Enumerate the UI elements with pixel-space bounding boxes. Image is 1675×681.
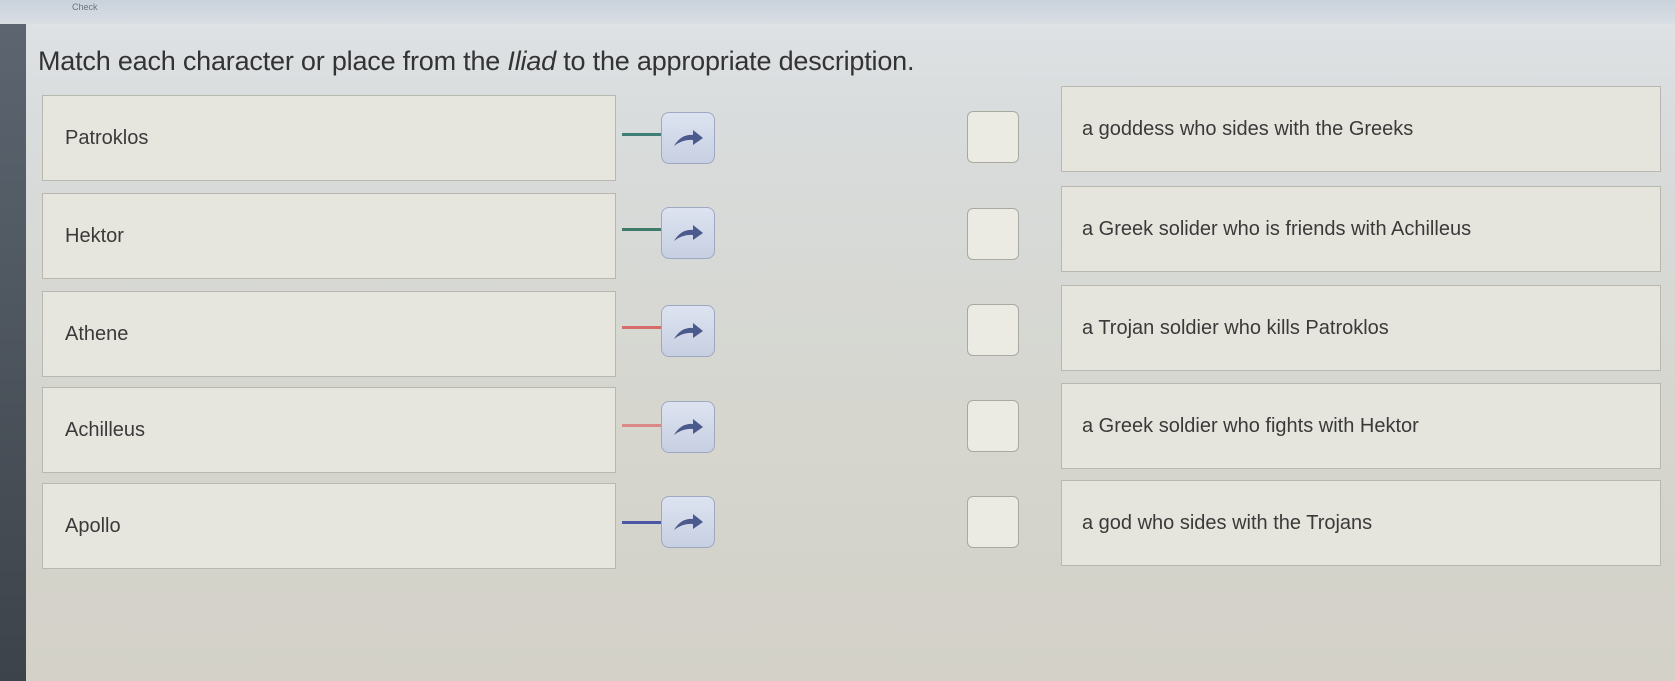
term-label: Athene <box>65 322 129 345</box>
prompt-after: to the appropriate description. <box>555 46 915 76</box>
term-box[interactable]: Hektor <box>42 193 616 279</box>
term-label: Hektor <box>65 224 124 247</box>
description-label: a goddess who sides with the Greeks <box>1082 117 1414 140</box>
description-label: a god who sides with the Trojans <box>1082 511 1373 534</box>
description-box: a goddess who sides with the Greeks <box>1061 86 1661 172</box>
connector-line <box>622 326 664 329</box>
description-label: a Trojan soldier who kills Patroklos <box>1082 316 1389 339</box>
question-prompt: Match each character or place from the I… <box>38 46 914 77</box>
left-sidebar <box>0 24 26 681</box>
curved-arrow-right-icon <box>674 130 703 146</box>
description-box: a god who sides with the Trojans <box>1061 480 1661 566</box>
answer-drop-box[interactable] <box>967 304 1019 356</box>
description-label: a Greek soldier who fights with Hektor <box>1082 414 1419 437</box>
move-arrow-button[interactable] <box>661 112 715 164</box>
term-label: Apollo <box>65 514 121 537</box>
curved-arrow-right-icon <box>674 323 703 339</box>
description-box: a Trojan soldier who kills Patroklos <box>1061 285 1661 371</box>
answer-drop-box[interactable] <box>967 111 1019 163</box>
description-box: a Greek solider who is friends with Achi… <box>1061 186 1661 272</box>
term-box[interactable]: Achilleus <box>42 387 616 473</box>
move-arrow-button[interactable] <box>661 496 715 548</box>
term-box[interactable]: Athene <box>42 291 616 377</box>
move-arrow-button[interactable] <box>661 207 715 259</box>
curved-arrow-right-icon <box>674 225 703 241</box>
connector-line <box>622 424 664 427</box>
curved-arrow-right-icon <box>674 514 703 530</box>
move-arrow-button[interactable] <box>661 305 715 357</box>
answer-drop-box[interactable] <box>967 496 1019 548</box>
connector-line <box>622 228 664 231</box>
prompt-title: Iliad <box>507 46 556 76</box>
top-bar: Check <box>0 0 1675 24</box>
term-box[interactable]: Patroklos <box>42 95 616 181</box>
connector-line <box>622 521 664 524</box>
answer-drop-box[interactable] <box>967 208 1019 260</box>
description-box: a Greek soldier who fights with Hektor <box>1061 383 1661 469</box>
connector-line <box>622 133 664 136</box>
move-arrow-button[interactable] <box>661 401 715 453</box>
description-label: a Greek solider who is friends with Achi… <box>1082 217 1472 240</box>
check-label: Check <box>72 2 98 12</box>
curved-arrow-right-icon <box>674 419 703 435</box>
term-label: Achilleus <box>65 418 146 441</box>
prompt-before: Match each character or place from the <box>38 46 508 76</box>
term-label: Patroklos <box>65 126 149 149</box>
answer-drop-box[interactable] <box>967 400 1019 452</box>
term-box[interactable]: Apollo <box>42 483 616 569</box>
